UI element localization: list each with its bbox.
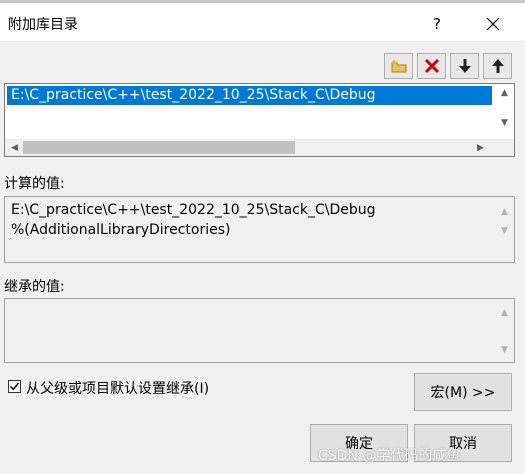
delete-button[interactable] (417, 53, 446, 79)
title-bar: 附加库目录 ? (0, 3, 525, 41)
help-label: ? (433, 15, 441, 33)
macros-button[interactable]: 宏(M) >> (414, 373, 512, 411)
scroll-left-arrow-icon[interactable]: ◀ (11, 143, 18, 153)
computed-line-2: %(AdditionalLibraryDirectories) (11, 222, 231, 238)
delete-icon (424, 58, 439, 74)
scroll-down-arrow-icon[interactable]: ▼ (501, 118, 508, 128)
macros-button-label: 宏(M) >> (430, 385, 496, 401)
inherited-value-box: ▲ ▼ (4, 298, 515, 363)
scroll-up-arrow-icon[interactable]: ▲ (501, 88, 508, 98)
scroll-down-arrow-icon[interactable]: ▼ (501, 345, 508, 355)
move-up-button[interactable] (483, 53, 512, 79)
inherited-vertical-scrollbar[interactable]: ▲ ▼ (497, 299, 514, 362)
directory-list[interactable]: E:\C_practice\C++\test_2022_10_25\Stack_… (4, 83, 515, 157)
window-title: 附加库目录 (8, 17, 78, 33)
list-horizontal-scrollbar[interactable]: ◀ ▶ (5, 139, 497, 156)
inherit-checkbox-label[interactable]: 从父级或项目默认设置继承(I) (26, 378, 209, 398)
scroll-down-arrow-icon[interactable]: ▼ (501, 226, 508, 236)
move-up-icon (491, 59, 504, 73)
scroll-up-arrow-icon[interactable]: ▲ (501, 207, 508, 217)
scrollbar-corner (497, 139, 514, 156)
horizontal-scroll-thumb[interactable] (23, 141, 295, 154)
close-button[interactable] (470, 6, 516, 42)
computed-vertical-scrollbar[interactable]: ▲ ▼ (497, 197, 514, 262)
list-item[interactable]: E:\C_practice\C++\test_2022_10_25\Stack_… (7, 86, 492, 105)
computed-value-label: 计算的值: (4, 176, 65, 192)
move-down-button[interactable] (450, 53, 479, 79)
checkmark-icon (9, 382, 20, 391)
new-folder-icon (390, 59, 406, 73)
scroll-up-arrow-icon[interactable]: ▲ (501, 308, 508, 318)
watermark: CSDN @学代码的咸鱼 (318, 448, 461, 464)
inherit-checkbox[interactable] (8, 380, 21, 393)
new-line-button[interactable] (384, 53, 413, 79)
close-icon (486, 17, 500, 31)
inherited-value-label: 继承的值: (4, 279, 65, 295)
move-down-icon (458, 59, 471, 73)
computed-value-box: E:\C_practice\C++\test_2022_10_25\Stack_… (4, 196, 515, 263)
scroll-right-arrow-icon[interactable]: ▶ (477, 143, 484, 153)
computed-line-1: E:\C_practice\C++\test_2022_10_25\Stack_… (11, 202, 376, 218)
list-vertical-scrollbar[interactable]: ▲ ▼ (497, 84, 514, 139)
help-button[interactable]: ? (414, 6, 460, 42)
